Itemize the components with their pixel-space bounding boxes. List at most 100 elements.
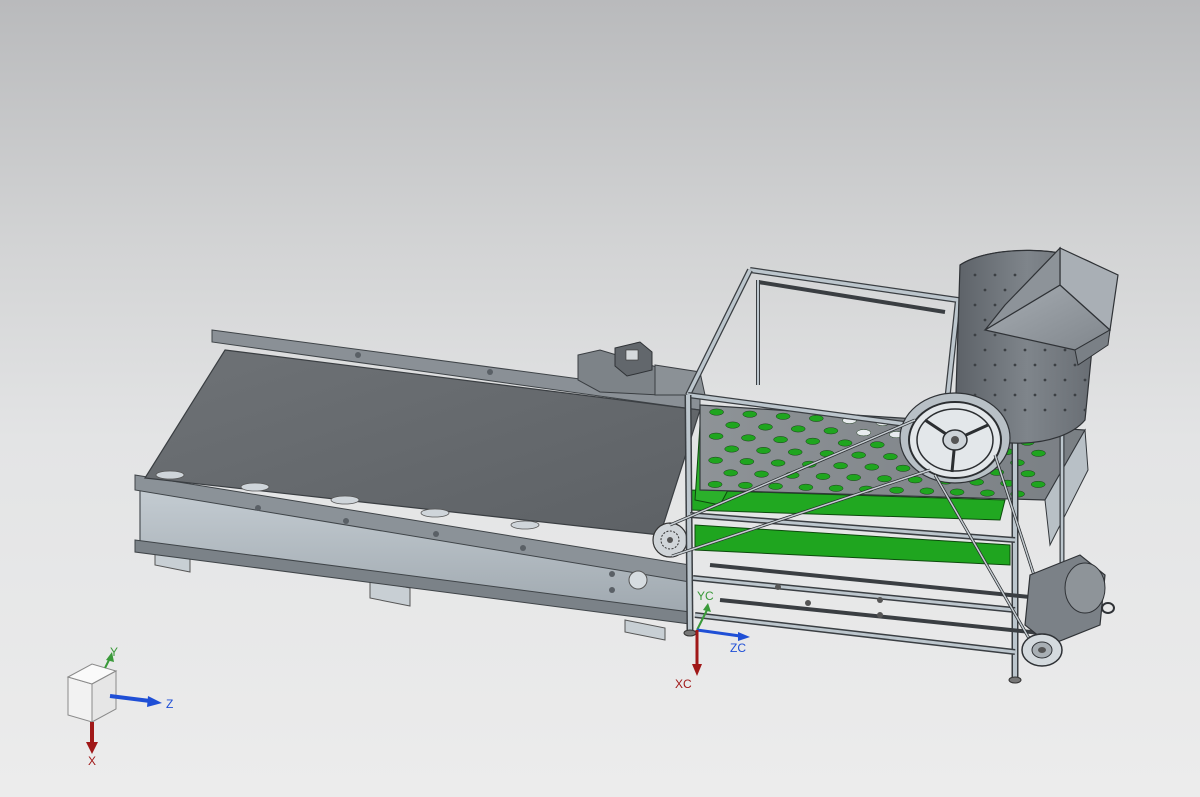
screen-hole [883,453,898,461]
screen-hole [756,447,771,454]
screen-hole [870,441,885,449]
drum-perforation [1083,408,1087,412]
bolt [877,612,883,618]
screen-hole [707,480,723,488]
screen-hole [773,436,788,444]
view-x-arrow [86,742,98,754]
drum-perforation [1073,393,1077,397]
roller [330,495,360,505]
bolt [877,597,883,603]
conveyor-end-pulley-center [667,537,673,543]
drum-perforation [993,273,997,277]
view-cube-front [67,676,93,723]
drum-perforation [1043,348,1047,352]
yc-label: YC [697,589,714,603]
drum-perforation [993,333,997,337]
screen-hole [833,462,848,470]
bolt-hole [609,571,615,577]
drum-perforation [1023,408,1027,412]
screen-hole [823,427,839,435]
motor-label-plate [625,349,639,361]
bolt [805,600,811,606]
screen-hole [1020,470,1036,478]
screen-hole [851,451,866,459]
drum-perforation [993,363,997,367]
zc-arrow [738,632,750,641]
view-y-label: Y [110,645,118,659]
view-x-label: X [88,754,96,768]
screen-hole [739,458,755,466]
screen-hole [864,463,880,471]
screen-hole [770,459,786,467]
screen-hole [758,423,773,431]
large-pulley[interactable] [908,401,1002,479]
screen-hole [787,448,803,456]
screen-hole [877,475,892,483]
graphics-viewport[interactable]: YC ZC XC Y Z X [0,0,1200,797]
drum-perforation [973,303,977,307]
screen-hole [815,472,831,480]
drum-perforation [1023,378,1027,382]
drum-perforation [1033,393,1037,397]
screen-hole [846,474,861,481]
conveyor-foot [624,619,666,641]
drum-perforation [973,363,977,367]
screen-hole [1031,449,1046,457]
roller [420,508,450,518]
screen-hole [980,489,995,497]
bolt-hole [433,531,439,537]
view-z-label: Z [166,697,173,711]
drum-perforation [1013,273,1017,277]
drum-perforation [1013,393,1017,397]
frame-rail-low-inner [692,576,1016,612]
frame-upright-front-left-inner [686,394,692,633]
screen-hole [805,437,821,445]
screen-hole [790,425,806,433]
frame-foot-pad [1008,676,1022,684]
screen-hole [768,482,783,490]
roller [510,520,540,530]
screen-hole [1030,480,1046,488]
drum-perforation [1083,378,1087,382]
cad-model-view[interactable]: YC ZC XC Y Z X [0,0,1200,797]
bolt-hole [355,352,361,358]
pulley-center [951,436,959,444]
drum-perforation [1003,408,1007,412]
roller [155,470,185,480]
bolt-hole [520,545,526,551]
drum-perforation [1033,363,1037,367]
screen-hole [895,464,911,472]
shaft-hole [628,570,648,590]
zc-label: ZC [730,641,746,655]
zc-axis [696,628,741,638]
drive-motor[interactable] [1021,554,1115,667]
conveyor-gear-motor[interactable] [577,341,706,396]
screen-hole [724,445,739,453]
drum-perforation [983,348,987,352]
screen-hole [709,408,724,416]
screen-hole [723,469,738,477]
drum-perforation [1003,378,1007,382]
screen-hole [725,421,740,429]
frame-foot-pad [683,629,697,637]
drum-perforation [993,303,997,307]
screen-hole [775,412,791,420]
screen-hole [949,488,965,496]
screen-hole [889,486,904,494]
drum-perforation [1003,288,1007,292]
screen-hole [742,410,758,418]
motor-end [1064,562,1106,614]
roller [240,482,270,492]
screen-hole [828,484,844,492]
motor-lifting-eye [1101,602,1115,614]
drum-perforation [1063,348,1067,352]
drum-perforation [983,378,987,382]
drum-perforation [1053,363,1057,367]
yc-arrow [703,603,711,612]
screen-hole [856,429,871,437]
drum-perforation [1003,348,1007,352]
view-triad[interactable]: Y Z X [66,645,173,768]
screen-hole [798,483,814,491]
screen-hole [754,470,769,478]
screen-hole [708,432,724,440]
